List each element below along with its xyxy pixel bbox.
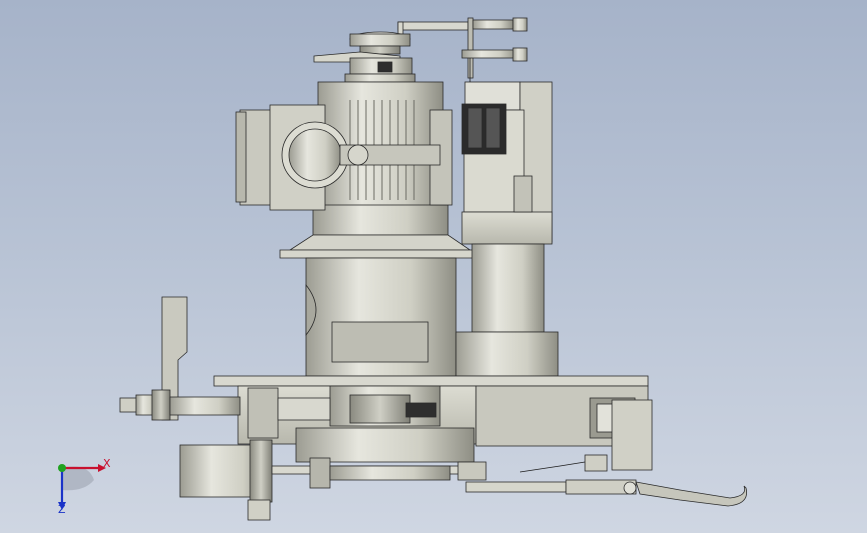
cad-assembly-model[interactable] (0, 0, 867, 533)
triad-plane (62, 466, 94, 491)
top-handle-assembly (313, 17, 528, 83)
left-lever (119, 296, 241, 421)
main-column (279, 249, 479, 377)
gear-housing (235, 81, 472, 251)
jaw-hook (465, 454, 747, 507)
servo-motor (455, 58, 559, 377)
x-axis-label: X (103, 457, 111, 470)
cad-viewport[interactable]: X Z (0, 0, 867, 533)
z-axis-label: Z (58, 503, 66, 516)
y-axis-dot (58, 464, 66, 472)
